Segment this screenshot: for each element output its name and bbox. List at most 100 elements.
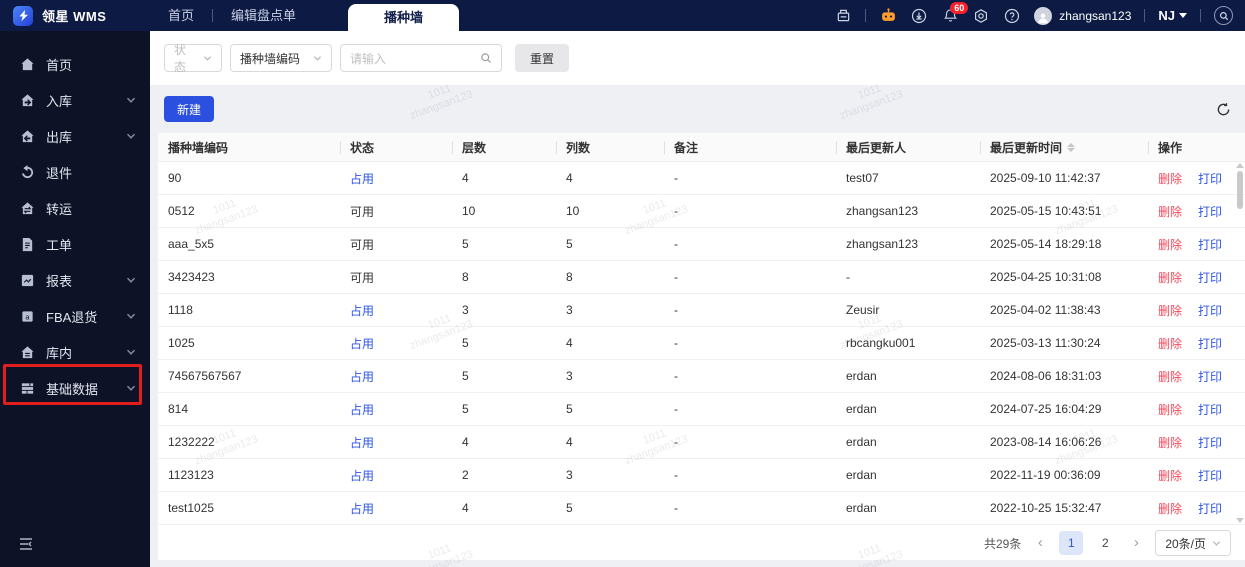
cell-layers: 5 (462, 369, 469, 383)
sidebar-item-home[interactable]: 首页 (0, 46, 150, 82)
print-link[interactable]: 打印 (1198, 403, 1222, 417)
table-row: 74567567567 占用 5 3 - erdan 2024-08-06 18:31:03… (158, 360, 1245, 393)
delete-link[interactable]: 删除 (1158, 337, 1182, 351)
page-size-select[interactable]: 20条/页 (1155, 530, 1231, 556)
reset-button[interactable]: 重置 (515, 44, 570, 72)
chevron-down-icon (126, 383, 136, 393)
print-link[interactable]: 打印 (1198, 436, 1222, 450)
delete-link[interactable]: 删除 (1158, 403, 1182, 417)
print-link[interactable]: 打印 (1198, 370, 1222, 384)
delete-link[interactable]: 删除 (1158, 469, 1182, 483)
column-header-6[interactable]: 最后更新时间 (980, 133, 1148, 161)
sidebar-item-label: FBA退货 (46, 309, 98, 325)
search-field-select[interactable]: 播种墙编码 (230, 44, 332, 72)
sidebar-item-transfer[interactable]: 转运 (0, 190, 150, 226)
sort-icon[interactable] (1067, 142, 1076, 152)
sidebar-item-outbound[interactable]: 出库 (0, 118, 150, 154)
table-row: 1123123 占用 2 3 - erdan 2022-11-19 00:36:09 删除 打印 (158, 459, 1245, 492)
sidebar-item-label: 出库 (46, 129, 73, 145)
sidebar-item-label: 转运 (46, 201, 73, 217)
tab-seeding-wall[interactable]: 播种墙 (348, 4, 460, 31)
sidebar-item-base-data[interactable]: 基础数据 (0, 370, 150, 406)
cell-code: aaa_5x5 (168, 237, 215, 251)
column-header-0: 播种墙编码 (168, 140, 229, 155)
print-link[interactable]: 打印 (1198, 502, 1222, 516)
cell-updated-at: 2025-05-14 18:29:18 (990, 237, 1102, 251)
cell-actions: 删除 打印 (1148, 302, 1245, 319)
warehouse-region-selector[interactable]: NJ (1158, 8, 1187, 23)
username-label[interactable]: zhangsan123 (1059, 9, 1131, 23)
cell-status: 占用 (350, 336, 375, 351)
create-button[interactable]: 新建 (164, 96, 215, 122)
page-button-2[interactable]: 2 (1093, 531, 1117, 555)
print-link[interactable]: 打印 (1198, 205, 1222, 219)
prev-page-button[interactable]: ‹ (1031, 534, 1049, 552)
delete-link[interactable]: 删除 (1158, 238, 1182, 252)
delete-link[interactable]: 删除 (1158, 502, 1182, 516)
print-link[interactable]: 打印 (1198, 304, 1222, 318)
cell-updated-at: 2025-05-15 10:43:51 (990, 204, 1102, 218)
cell-updater: erdan (846, 468, 877, 482)
sidebar: 首页 入库出库退件转运工单 报表 a FBA退货 库内 基础数据 (0, 31, 150, 567)
print-link[interactable]: 打印 (1198, 337, 1222, 351)
print-icon[interactable] (834, 7, 852, 25)
cell-status: 占用 (350, 369, 375, 384)
scroll-up-arrow[interactable] (1235, 163, 1244, 168)
avatar[interactable] (1034, 6, 1053, 25)
tab-home[interactable]: 首页 (150, 0, 212, 31)
cell-updated-at: 2024-08-06 18:31:03 (990, 369, 1102, 383)
delete-link[interactable]: 删除 (1158, 271, 1182, 285)
cell-updated-at: 2022-11-19 00:36:09 (990, 468, 1101, 482)
status-select[interactable]: 状态 (164, 43, 222, 74)
sidebar-menu: 首页 入库出库退件转运工单 报表 a FBA退货 库内 基础数据 (0, 31, 150, 406)
robot-assistant-icon[interactable] (879, 7, 897, 25)
settings-icon[interactable] (972, 7, 990, 25)
notification-bell-icon[interactable]: 60 (941, 1, 969, 25)
scrollbar-thumb[interactable] (1236, 171, 1243, 209)
print-link[interactable]: 打印 (1198, 238, 1222, 252)
cell-actions: 删除 打印 (1148, 203, 1245, 220)
download-icon[interactable] (910, 7, 928, 25)
cell-code: 1118 (168, 303, 193, 317)
print-link[interactable]: 打印 (1198, 172, 1222, 186)
cell-columns: 10 (566, 204, 580, 218)
toolbar: 新建 (150, 85, 1245, 133)
cell-code: 814 (168, 402, 189, 416)
delete-link[interactable]: 删除 (1158, 172, 1182, 186)
print-link[interactable]: 打印 (1198, 271, 1222, 285)
outbound-icon (20, 128, 36, 144)
cell-layers: 5 (462, 402, 469, 416)
delete-link[interactable]: 删除 (1158, 370, 1182, 384)
search-input[interactable]: 请输入 (340, 44, 502, 72)
delete-link[interactable]: 删除 (1158, 304, 1182, 318)
home-icon (20, 56, 36, 72)
table-scrollbar[interactable] (1235, 163, 1244, 523)
tab-edit-count-sheet[interactable]: 编辑盘点单 (213, 0, 314, 31)
delete-link[interactable]: 删除 (1158, 436, 1182, 450)
sidebar-item-work-order[interactable]: 工单 (0, 226, 150, 262)
chevron-down-icon (126, 275, 136, 285)
delete-link[interactable]: 删除 (1158, 205, 1182, 219)
collapse-sidebar-icon[interactable] (18, 537, 34, 556)
cell-remark: - (674, 204, 678, 218)
sidebar-item-in-warehouse[interactable]: 库内 (0, 334, 150, 370)
sidebar-item-reports[interactable]: 报表 (0, 262, 150, 298)
global-search-icon[interactable] (1214, 6, 1233, 25)
table-row: 3423423 可用 8 8 - - 2025-04-25 10:31:08 删除 打印 (158, 261, 1245, 294)
filter-bar: 状态 播种墙编码 请输入 重置 (150, 31, 1245, 85)
cell-status: 可用 (350, 270, 375, 285)
cell-remark: - (674, 303, 678, 317)
scroll-down-arrow[interactable] (1235, 518, 1244, 523)
help-icon[interactable] (1003, 7, 1021, 25)
sidebar-item-fba-returns[interactable]: a FBA退货 (0, 298, 150, 334)
next-page-button[interactable]: › (1127, 534, 1145, 552)
refresh-icon[interactable] (1216, 102, 1231, 117)
cell-remark: - (674, 501, 678, 515)
page-button-1[interactable]: 1 (1059, 531, 1084, 555)
sidebar-item-inbound[interactable]: 入库 (0, 82, 150, 118)
cell-code: 74567567567 (168, 369, 242, 383)
print-link[interactable]: 打印 (1198, 469, 1222, 483)
chevron-down-icon (126, 131, 136, 141)
sidebar-item-returns[interactable]: 退件 (0, 154, 150, 190)
cell-status: 可用 (350, 237, 375, 252)
